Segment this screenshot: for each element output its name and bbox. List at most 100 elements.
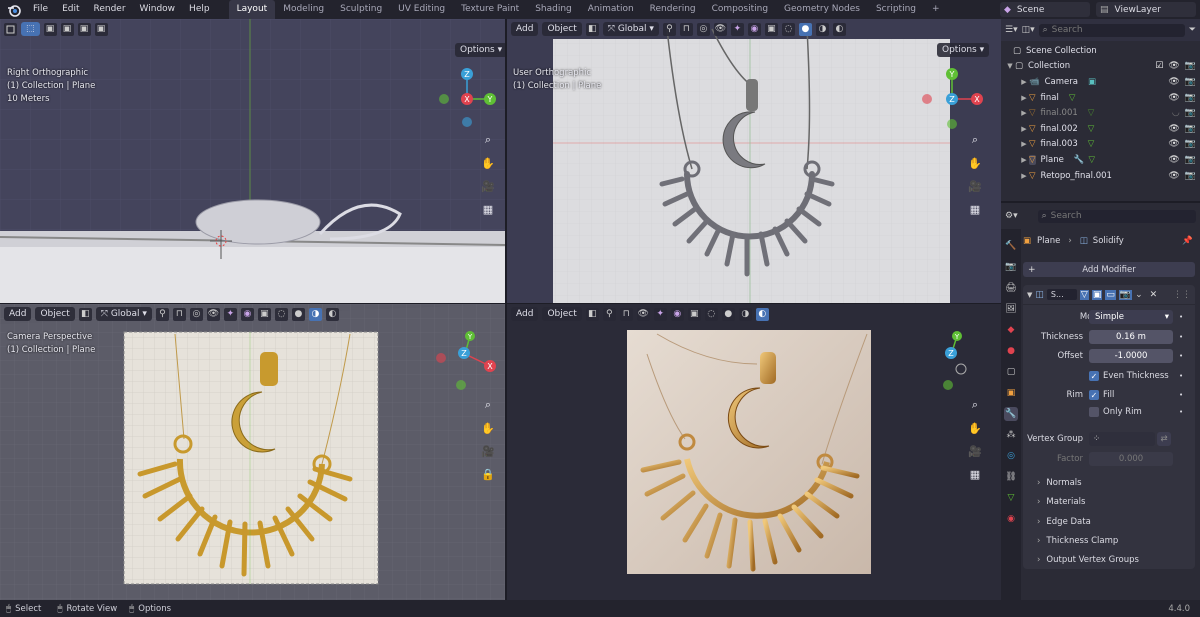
select-mode-icon[interactable]: ▣: [43, 22, 57, 36]
expand-chevron-icon[interactable]: ▶: [1019, 140, 1029, 148]
collection-row[interactable]: ▼ ▢ Collection ☑ 👁 📷: [1005, 59, 1200, 75]
collapse-chevron-icon[interactable]: ▼: [1027, 291, 1032, 299]
cage-toggle-icon[interactable]: ▣: [1091, 289, 1103, 300]
camera-render-icon[interactable]: 📷: [1185, 139, 1196, 149]
checkbox-icon[interactable]: ☑: [1155, 61, 1163, 71]
animate-dot-icon[interactable]: •: [1179, 333, 1183, 341]
outliner-item-plane[interactable]: ▶ ▽ Plane 🔧 ▽ 👁 📷: [1005, 152, 1200, 168]
proportional-edit-icon[interactable]: ◎: [189, 307, 203, 321]
navigation-gizmo[interactable]: Y Z X: [917, 64, 987, 134]
display-mode-icon[interactable]: ◫▾: [1022, 25, 1035, 35]
particles-tab-icon[interactable]: ⁂: [1004, 428, 1018, 442]
shading-wire-icon[interactable]: ◌: [274, 307, 288, 321]
viewport-right-orthographic[interactable]: ⬚ ▣ ▣ ▣ ▣ Options ▾ Right Orthographic (…: [0, 19, 505, 303]
xray-icon[interactable]: ▣: [257, 307, 271, 321]
snap-icon[interactable]: ⊓: [172, 307, 186, 321]
zoom-icon[interactable]: ⌕: [966, 396, 984, 414]
output-tab-icon[interactable]: 🖨: [1004, 281, 1018, 295]
tool-tab-icon[interactable]: 🔨: [1004, 239, 1018, 253]
snap-icon[interactable]: ⊓: [679, 22, 693, 36]
tab-scripting[interactable]: Scripting: [868, 0, 924, 19]
fill-checkbox[interactable]: ✓ Fill: [1089, 388, 1114, 402]
select-subtract-icon[interactable]: ▣: [77, 22, 91, 36]
object-tab-icon[interactable]: ▣: [1004, 386, 1018, 400]
add-modifier-button[interactable]: + Add Modifier: [1023, 262, 1195, 277]
eye-icon[interactable]: 👁: [1168, 93, 1179, 103]
mode-dropdown[interactable]: Simple ▾: [1089, 310, 1173, 324]
xray-icon[interactable]: ▣: [764, 22, 778, 36]
expand-chevron-icon[interactable]: ▶: [1019, 172, 1029, 180]
data-tab-icon[interactable]: ▽: [1004, 491, 1018, 505]
world-tab-icon[interactable]: ●: [1004, 344, 1018, 358]
grid-view-icon[interactable]: ▦: [966, 200, 984, 218]
menu-help[interactable]: Help: [182, 0, 217, 19]
outliner-editor-icon[interactable]: ☰▾: [1005, 25, 1018, 35]
pivot-icon[interactable]: ⚲: [602, 307, 616, 321]
subpanel-thickness-clamp[interactable]: › Thickness Clamp: [1037, 534, 1118, 548]
even-thickness-checkbox[interactable]: ✓ Even Thickness: [1089, 369, 1169, 383]
shading-material-icon[interactable]: ◑: [308, 307, 322, 321]
shading-solid-icon[interactable]: ●: [721, 307, 735, 321]
pin-icon[interactable]: 📌: [1182, 236, 1193, 246]
object-menu[interactable]: Object: [542, 307, 582, 321]
expand-chevron-icon[interactable]: ▶: [1019, 78, 1029, 86]
viewport-camera-perspective[interactable]: Add Object ◧ ⤧ Global ▾ ⚲ ⊓ ◎ 👁 ✦ ◉ ▣ ◌ …: [0, 304, 505, 600]
object-mode-icon[interactable]: ◧: [78, 307, 92, 321]
view-layer-selector[interactable]: ▤ ViewLayer: [1096, 2, 1196, 17]
viewport-toggle-icon[interactable]: ▭: [1105, 289, 1116, 300]
camera-render-icon[interactable]: 📷: [1185, 155, 1196, 165]
grid-view-icon[interactable]: ▦: [966, 465, 984, 483]
scene-selector[interactable]: ◆ Scene: [1000, 2, 1090, 17]
tab-sculpting[interactable]: Sculpting: [332, 0, 390, 19]
expand-chevron-icon[interactable]: ▶: [1019, 156, 1029, 164]
physics-tab-icon[interactable]: ◎: [1004, 449, 1018, 463]
subpanel-edge-data[interactable]: › Edge Data: [1037, 515, 1091, 529]
add-menu[interactable]: Add: [511, 22, 539, 36]
shading-rendered-icon[interactable]: ◐: [832, 22, 846, 36]
zoom-icon[interactable]: ⌕: [966, 131, 984, 149]
shading-material-icon[interactable]: ◑: [738, 307, 752, 321]
shading-material-icon[interactable]: ◑: [815, 22, 829, 36]
shading-solid-icon[interactable]: ●: [291, 307, 305, 321]
expand-chevron-icon[interactable]: ▶: [1019, 109, 1029, 117]
eye-hidden-icon[interactable]: ◡: [1172, 108, 1180, 118]
visibility-icon[interactable]: 👁: [713, 22, 727, 36]
tab-animation[interactable]: Animation: [580, 0, 642, 19]
animate-dot-icon[interactable]: •: [1179, 313, 1183, 321]
render-toggle-icon[interactable]: 📷: [1118, 289, 1133, 300]
navigation-gizmo[interactable]: Y Z X: [430, 324, 500, 394]
camera-view-icon[interactable]: 🎥: [479, 442, 497, 460]
constraints-tab-icon[interactable]: ⛓: [1004, 470, 1018, 484]
camera-render-icon[interactable]: 📷: [1185, 61, 1196, 71]
camera-render-icon[interactable]: 📷: [1185, 171, 1196, 181]
pan-hand-icon[interactable]: ✋: [479, 154, 497, 172]
properties-editor-icon[interactable]: ⚙▾: [1005, 211, 1018, 221]
eye-icon[interactable]: 👁: [1168, 77, 1179, 87]
camera-view-icon[interactable]: 🎥: [966, 177, 984, 195]
select-extend-icon[interactable]: ▣: [60, 22, 74, 36]
shading-rendered-icon[interactable]: ◐: [755, 307, 769, 321]
scene-tab-icon[interactable]: ◆: [1004, 323, 1018, 337]
zoom-icon[interactable]: ⌕: [479, 396, 497, 414]
animate-dot-icon[interactable]: •: [1179, 391, 1183, 399]
viewport-rendered[interactable]: Add Object ◧ ⚲ ⊓ 👁 ✦ ◉ ▣ ◌ ● ◑ ◐ Y Z ⌕ ✋…: [507, 304, 1001, 600]
xray-icon[interactable]: ▣: [687, 307, 701, 321]
drag-handle-icon[interactable]: ⋮⋮: [1173, 290, 1191, 300]
object-mode-icon[interactable]: ◧: [585, 307, 599, 321]
invert-vertex-group-button[interactable]: ⇄: [1157, 432, 1171, 446]
collapse-chevron-icon[interactable]: ▼: [1005, 62, 1015, 70]
collection-tab-icon[interactable]: ▢: [1004, 365, 1018, 379]
dropdown-icon[interactable]: ⌄: [1135, 290, 1143, 300]
only-rim-checkbox[interactable]: Only Rim: [1089, 405, 1142, 419]
subpanel-normals[interactable]: › Normals: [1037, 476, 1082, 490]
pan-hand-icon[interactable]: ✋: [966, 419, 984, 437]
edit-mode-toggle-icon[interactable]: ▽: [1079, 289, 1089, 300]
tab-rendering[interactable]: Rendering: [642, 0, 704, 19]
navigation-gizmo[interactable]: Z Y X: [432, 64, 502, 134]
outliner-search[interactable]: ⌕ Search: [1038, 23, 1185, 37]
visibility-icon[interactable]: 👁: [636, 307, 650, 321]
thickness-field[interactable]: 0.16 m: [1089, 330, 1173, 344]
vertex-group-field[interactable]: ⁘: [1089, 432, 1155, 446]
tab-compositing[interactable]: Compositing: [704, 0, 776, 19]
animate-dot-icon[interactable]: •: [1179, 372, 1183, 380]
